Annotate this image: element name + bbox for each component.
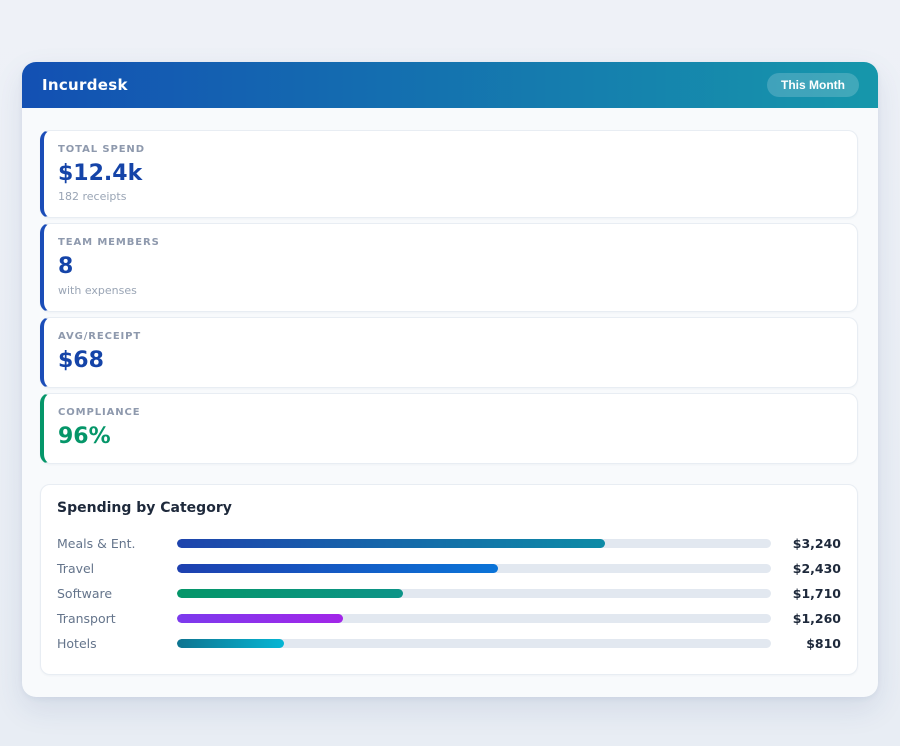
stat-label: TOTAL SPEND: [58, 144, 839, 155]
chart-row: Hotels $810: [57, 631, 841, 656]
dashboard-content: TOTAL SPEND $12.4k 182 receipts TEAM MEM…: [22, 108, 878, 697]
stat-value: 8: [58, 254, 839, 279]
stat-card: TOTAL SPEND $12.4k 182 receipts: [40, 130, 858, 218]
stat-subtitle: with expenses: [58, 284, 839, 297]
chart-row: Meals & Ent. $3,240: [57, 531, 841, 556]
dashboard-panel: Incurdesk This Month TOTAL SPEND $12.4k …: [22, 62, 878, 697]
period-badge[interactable]: This Month: [767, 73, 859, 97]
bar-fill: [177, 614, 343, 623]
chart-rows: Meals & Ent. $3,240 Travel $2,430 Softwa…: [57, 531, 841, 656]
stat-value: 96%: [58, 424, 839, 449]
category-value: $2,430: [779, 561, 841, 576]
category-value: $1,710: [779, 586, 841, 601]
app-title: Incurdesk: [42, 76, 128, 94]
bar-fill: [177, 639, 284, 648]
category-label: Software: [57, 586, 177, 601]
stat-label: AVG/RECEIPT: [58, 331, 839, 342]
stat-label: COMPLIANCE: [58, 407, 839, 418]
spending-by-category-card: Spending by Category Meals & Ent. $3,240…: [40, 484, 858, 675]
bar-track: [177, 564, 771, 573]
bar-fill: [177, 564, 498, 573]
category-value: $810: [779, 636, 841, 651]
bar-fill: [177, 589, 403, 598]
chart-row: Travel $2,430: [57, 556, 841, 581]
category-label: Transport: [57, 611, 177, 626]
bar-track: [177, 539, 771, 548]
stat-value: $12.4k: [58, 161, 839, 186]
stat-subtitle: 182 receipts: [58, 190, 839, 203]
stat-label: TEAM MEMBERS: [58, 237, 839, 248]
category-value: $3,240: [779, 536, 841, 551]
bar-track: [177, 614, 771, 623]
chart-row: Transport $1,260: [57, 606, 841, 631]
stat-card: TEAM MEMBERS 8 with expenses: [40, 223, 858, 311]
category-label: Travel: [57, 561, 177, 576]
app-header: Incurdesk This Month: [22, 62, 878, 108]
category-label: Hotels: [57, 636, 177, 651]
category-value: $1,260: [779, 611, 841, 626]
bar-track: [177, 589, 771, 598]
stat-value: $68: [58, 348, 839, 373]
stats-list: TOTAL SPEND $12.4k 182 receipts TEAM MEM…: [40, 130, 858, 464]
bar-fill: [177, 539, 605, 548]
stat-card: COMPLIANCE 96%: [40, 393, 858, 464]
stat-card: AVG/RECEIPT $68: [40, 317, 858, 388]
chart-row: Software $1,710: [57, 581, 841, 606]
chart-title: Spending by Category: [57, 500, 841, 516]
category-label: Meals & Ent.: [57, 536, 177, 551]
bar-track: [177, 639, 771, 648]
